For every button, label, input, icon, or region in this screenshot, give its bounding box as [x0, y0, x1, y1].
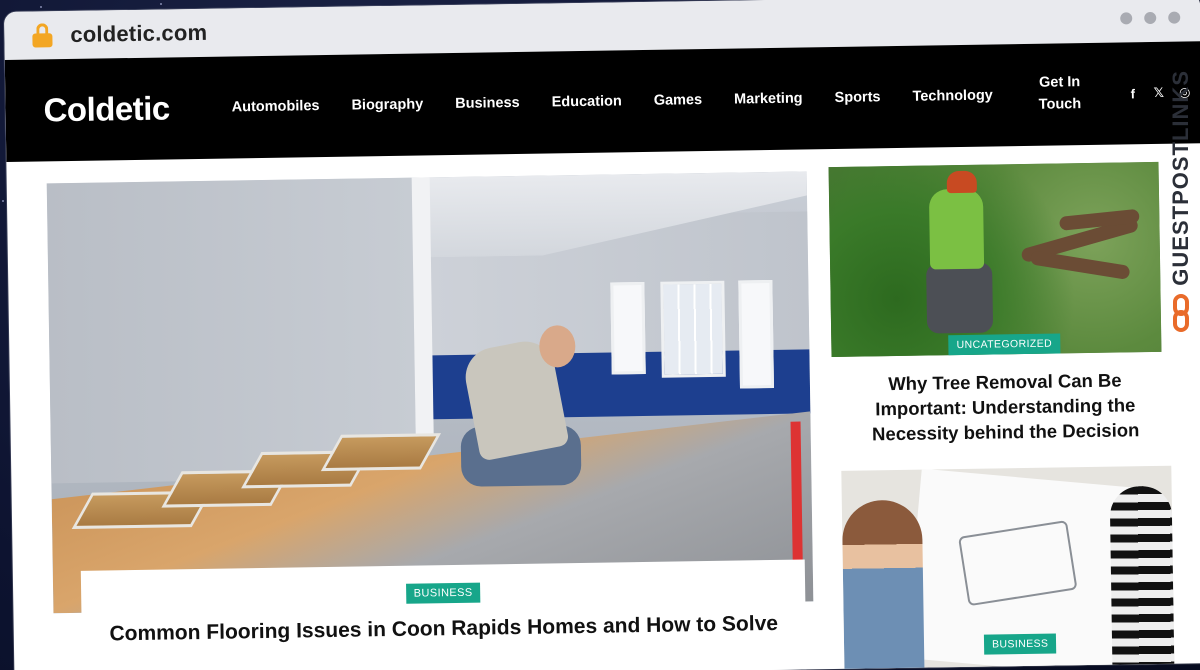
nav-item-biography[interactable]: Biography	[335, 96, 439, 114]
window-controls	[1120, 11, 1181, 25]
window-dot-icon[interactable]	[1168, 11, 1181, 24]
nav-item-automobiles[interactable]: Automobiles	[216, 98, 336, 116]
side-post-title[interactable]: Why Tree Removal Can Be Important: Under…	[840, 368, 1171, 448]
url-text[interactable]: coldetic.com	[70, 20, 207, 48]
side-post-card-1: UNCATEGORIZED Why Tree Removal Can Be Im…	[839, 332, 1171, 448]
browser-window: coldetic.com Coldetic Automobiles Biogra…	[4, 0, 1200, 670]
side-post-image-tree-removal[interactable]	[828, 161, 1162, 358]
main-content: BUSINESS Common Flooring Issues in Coon …	[6, 143, 1200, 670]
hero-image[interactable]	[46, 171, 814, 614]
nav-item-sports[interactable]: Sports	[818, 89, 896, 106]
lock-icon	[32, 23, 53, 48]
category-badge[interactable]: UNCATEGORIZED	[948, 333, 1061, 356]
nav-item-technology[interactable]: Technology	[896, 87, 1009, 105]
x-icon[interactable]: 𝕏	[1153, 85, 1165, 101]
nav-item-education[interactable]: Education	[536, 93, 638, 111]
nav-item-business[interactable]: Business	[439, 95, 536, 113]
hero-post-card: BUSINESS Common Flooring Issues in Coon …	[80, 559, 807, 670]
window-dot-icon[interactable]	[1120, 12, 1133, 25]
side-post-image-drafting[interactable]: BUSINESS	[841, 465, 1175, 670]
nav-item-marketing[interactable]: Marketing	[718, 90, 819, 108]
nav-contact-line2: Touch	[1038, 96, 1082, 113]
watermark-text: GUESTPOSTLINKS	[1168, 70, 1193, 286]
hero-post-title[interactable]: Common Flooring Issues in Coon Rapids Ho…	[82, 611, 806, 646]
nav-contact-line1: Get In	[1038, 74, 1081, 91]
chain-link-icon	[1169, 293, 1193, 334]
nav-item-games[interactable]: Games	[638, 92, 719, 109]
main-nav: Automobiles Biography Business Education…	[215, 72, 1097, 129]
site-logo[interactable]: Coldetic	[43, 89, 170, 129]
category-badge[interactable]: BUSINESS	[983, 633, 1057, 655]
site-header: Coldetic Automobiles Biography Business …	[4, 41, 1200, 162]
facebook-icon[interactable]: f	[1127, 86, 1139, 101]
watermark-logo: GUESTPOSTLINKS	[1166, 70, 1196, 360]
window-dot-icon[interactable]	[1144, 11, 1157, 25]
category-badge[interactable]: BUSINESS	[405, 582, 481, 604]
nav-item-get-in-touch[interactable]: Get In Touch	[1022, 72, 1097, 117]
